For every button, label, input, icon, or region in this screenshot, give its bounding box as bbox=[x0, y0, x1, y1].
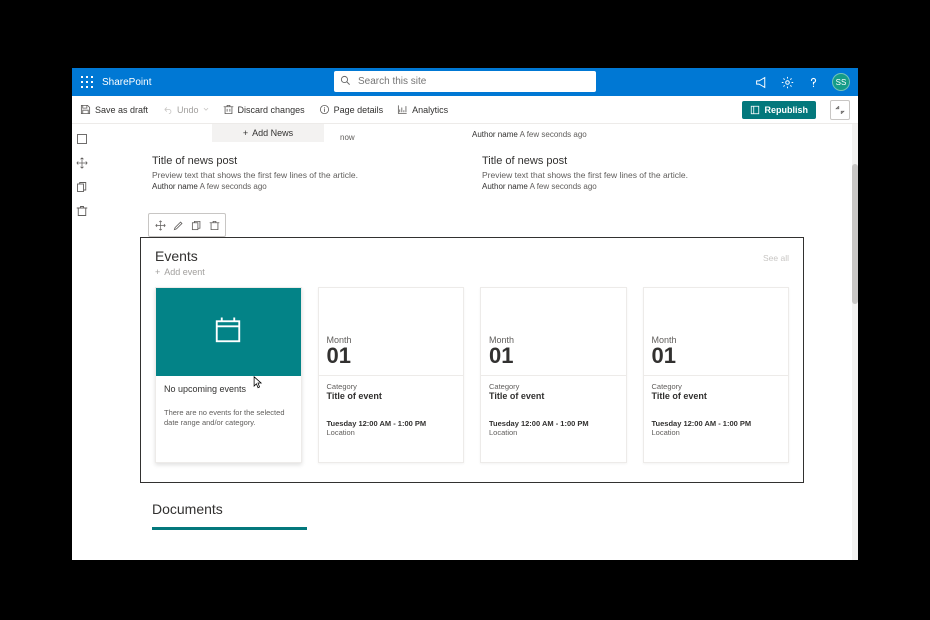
section-icon[interactable] bbox=[75, 132, 89, 146]
event-time: Tuesday 12:00 AM - 1:00 PM bbox=[327, 419, 456, 428]
news-ts: A few seconds ago bbox=[520, 130, 587, 139]
gear-icon[interactable] bbox=[780, 75, 794, 89]
news-post-ts: A few seconds ago bbox=[530, 182, 597, 191]
app-window: SharePoint SS Save as draft bbox=[72, 68, 858, 560]
megaphone-icon[interactable] bbox=[754, 75, 768, 89]
page-body: + Add News now Author name A few seconds… bbox=[72, 124, 858, 560]
documents-title: Documents bbox=[152, 501, 792, 517]
discard-label: Discard changes bbox=[238, 105, 305, 115]
republish-icon bbox=[750, 105, 760, 115]
news-author: Author name bbox=[472, 130, 518, 139]
event-time: Tuesday 12:00 AM - 1:00 PM bbox=[489, 419, 618, 428]
event-title: Title of event bbox=[489, 391, 618, 401]
republish-label: Republish bbox=[764, 105, 808, 115]
republish-button[interactable]: Republish bbox=[742, 101, 816, 119]
documents-tab-indicator bbox=[152, 527, 307, 530]
page-details-button[interactable]: Page details bbox=[319, 104, 384, 115]
canvas: + Add News now Author name A few seconds… bbox=[92, 124, 852, 560]
event-day: 01 bbox=[489, 345, 618, 367]
help-icon[interactable] bbox=[806, 75, 820, 89]
event-card[interactable]: Month 01 Category Title of event Tuesday… bbox=[480, 287, 627, 463]
news-post-title: Title of news post bbox=[152, 155, 462, 167]
events-see-all[interactable]: See all bbox=[763, 253, 789, 263]
search-input[interactable] bbox=[334, 71, 596, 92]
command-bar: Save as draft Undo Discard changes Page … bbox=[72, 96, 858, 124]
event-location: Location bbox=[327, 428, 456, 437]
save-draft-button[interactable]: Save as draft bbox=[80, 104, 148, 115]
move-webpart-button[interactable] bbox=[151, 216, 169, 234]
add-event-label: Add event bbox=[164, 267, 205, 277]
app-launcher-icon[interactable] bbox=[80, 75, 94, 89]
event-card[interactable]: Month 01 Category Title of event Tuesday… bbox=[643, 287, 790, 463]
calendar-icon bbox=[213, 315, 243, 350]
search-wrapper bbox=[334, 71, 596, 92]
analytics-button[interactable]: Analytics bbox=[397, 104, 448, 115]
event-title: Title of event bbox=[652, 391, 781, 401]
event-category: Category bbox=[652, 382, 781, 391]
scrollbar-thumb[interactable] bbox=[852, 164, 858, 304]
empty-events-title: No upcoming events bbox=[164, 384, 293, 394]
delete-webpart-button[interactable] bbox=[205, 216, 223, 234]
news-post[interactable]: Title of news post Preview text that sho… bbox=[152, 155, 462, 191]
webpart-toolbar bbox=[148, 213, 226, 237]
news-post[interactable]: Title of news post Preview text that sho… bbox=[482, 155, 792, 191]
undo-button[interactable]: Undo bbox=[162, 104, 209, 115]
event-location: Location bbox=[489, 428, 618, 437]
news-post-preview: Preview text that shows the first few li… bbox=[482, 170, 792, 180]
move-icon[interactable] bbox=[75, 156, 89, 170]
news-post-author: Author name bbox=[482, 182, 528, 191]
save-draft-label: Save as draft bbox=[95, 105, 148, 115]
news-post-preview: Preview text that shows the first few li… bbox=[152, 170, 462, 180]
undo-label: Undo bbox=[177, 105, 199, 115]
event-day: 01 bbox=[652, 345, 781, 367]
event-time: Tuesday 12:00 AM - 1:00 PM bbox=[652, 419, 781, 428]
news-post-ts: A few seconds ago bbox=[200, 182, 267, 191]
news-post-title: Title of news post bbox=[482, 155, 792, 167]
event-title: Title of event bbox=[327, 391, 456, 401]
news-post-author: Author name bbox=[152, 182, 198, 191]
news-timestamp-now: now bbox=[324, 129, 355, 142]
chevron-down-icon bbox=[203, 104, 209, 115]
analytics-label: Analytics bbox=[412, 105, 448, 115]
event-day: 01 bbox=[327, 345, 456, 367]
edit-webpart-button[interactable] bbox=[169, 216, 187, 234]
collapse-icon bbox=[835, 105, 845, 115]
delete-icon[interactable] bbox=[75, 204, 89, 218]
events-title: Events bbox=[155, 248, 198, 264]
event-category: Category bbox=[489, 382, 618, 391]
plus-icon: + bbox=[243, 128, 248, 138]
add-news-label: Add News bbox=[252, 128, 293, 138]
event-category: Category bbox=[327, 382, 456, 391]
plus-icon: + bbox=[155, 267, 160, 277]
discard-button[interactable]: Discard changes bbox=[223, 104, 305, 115]
page-details-label: Page details bbox=[334, 105, 384, 115]
event-card[interactable]: Month 01 Category Title of event Tuesday… bbox=[318, 287, 465, 463]
add-news-button[interactable]: + Add News bbox=[212, 124, 324, 142]
documents-webpart: Documents bbox=[152, 501, 792, 530]
brand-label: SharePoint bbox=[102, 77, 151, 88]
copy-icon[interactable] bbox=[75, 180, 89, 194]
edit-rail bbox=[72, 124, 92, 560]
scrollbar-track[interactable] bbox=[852, 124, 858, 560]
avatar[interactable]: SS bbox=[832, 73, 850, 91]
collapse-button[interactable] bbox=[830, 100, 850, 120]
duplicate-webpart-button[interactable] bbox=[187, 216, 205, 234]
event-location: Location bbox=[652, 428, 781, 437]
event-card-empty: No upcoming events There are no events f… bbox=[155, 287, 302, 463]
search-icon bbox=[340, 75, 351, 89]
empty-events-text: There are no events for the selected dat… bbox=[164, 408, 293, 428]
events-webpart: Events See all + Add event bbox=[140, 237, 804, 483]
suite-bar: SharePoint SS bbox=[72, 68, 858, 96]
add-event-button[interactable]: + Add event bbox=[155, 267, 789, 277]
